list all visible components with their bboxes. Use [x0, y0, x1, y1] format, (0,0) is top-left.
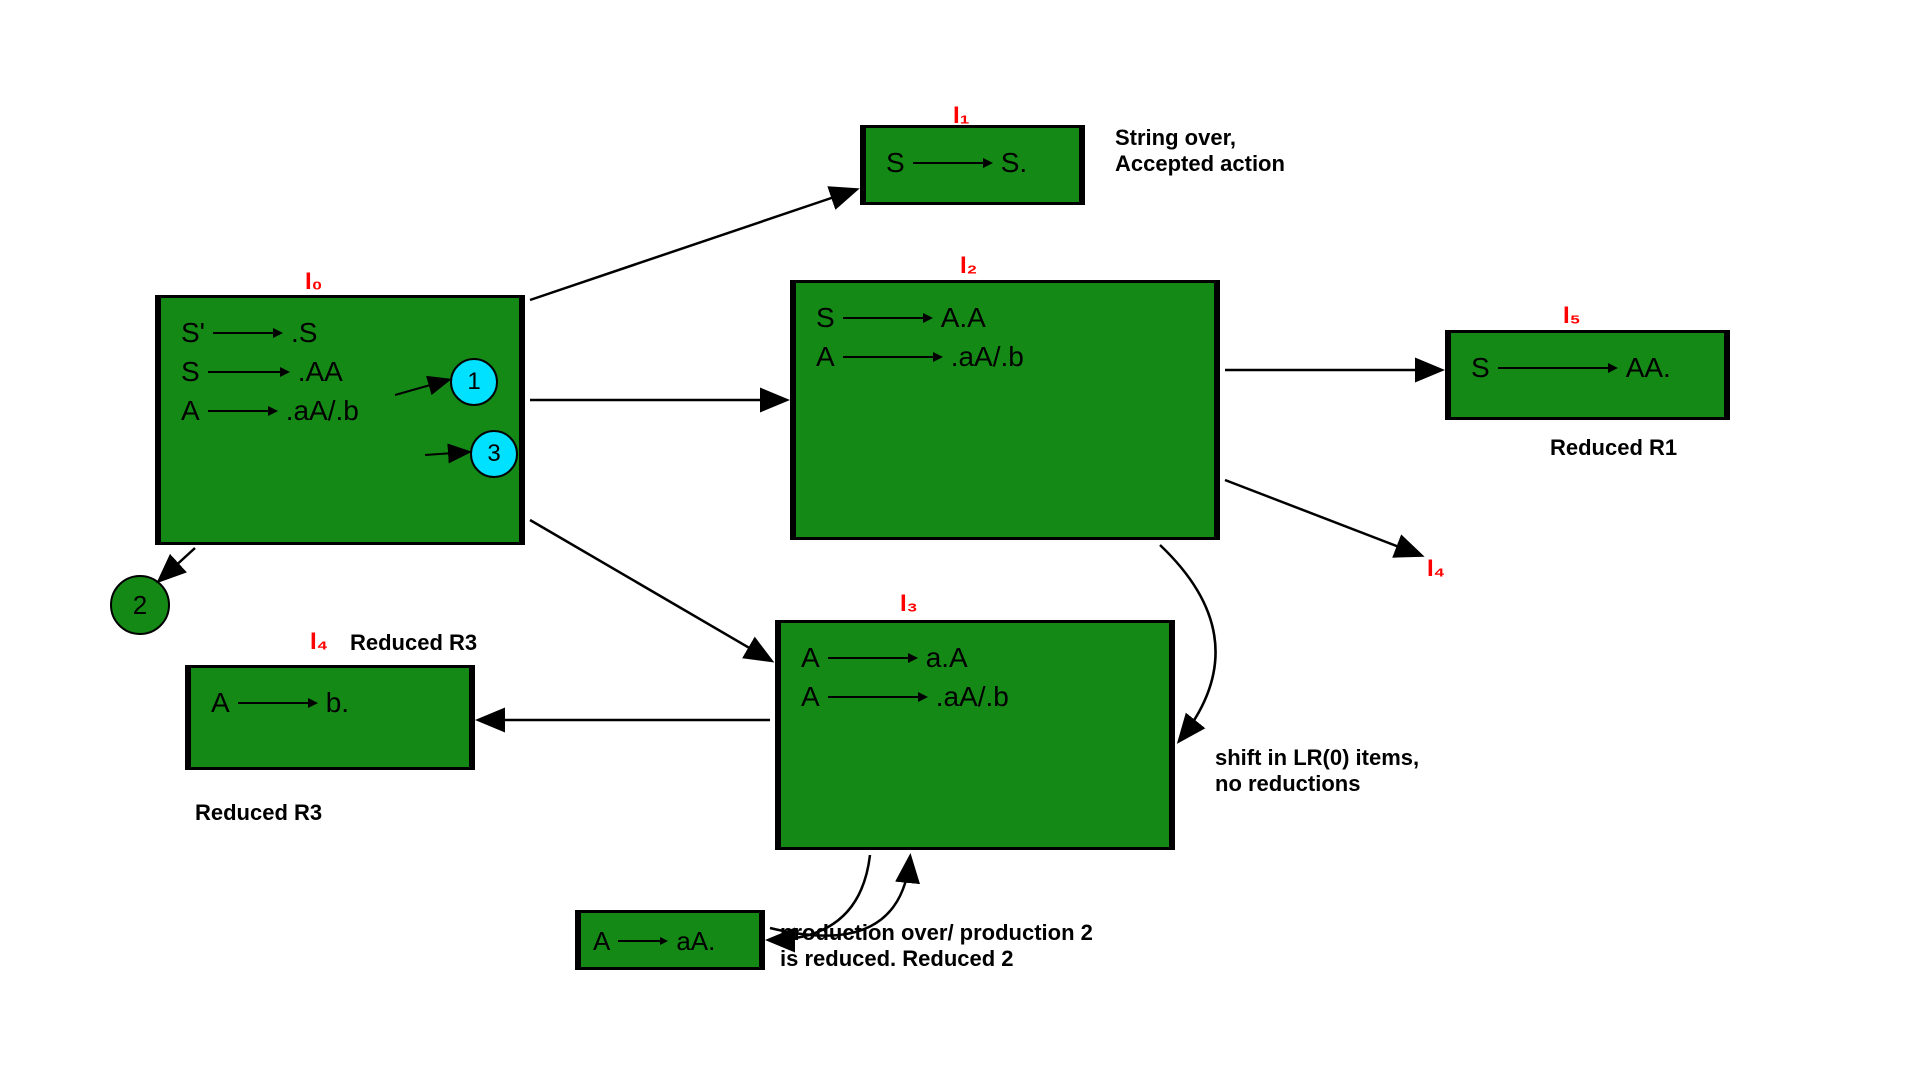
note-I1: String over, Accepted action: [1115, 125, 1285, 178]
prod-rhs: S.: [1001, 143, 1027, 182]
circle-3: 3: [470, 430, 518, 478]
prod-rhs: aA.: [676, 923, 715, 959]
arrow-icon: [843, 310, 933, 326]
state-I2: S A.A A .aA/.b: [790, 280, 1220, 540]
label-I3: I₃: [900, 590, 918, 618]
circle-2: 2: [110, 575, 170, 635]
state-I0: S' .S S .AA A .aA/.b: [155, 295, 525, 545]
arrow-icon: [208, 364, 290, 380]
prod-lhs: A: [801, 638, 820, 677]
label-I0: I₀: [305, 268, 322, 296]
label-I2: I₂: [960, 252, 977, 280]
prod-rhs: AA.: [1626, 348, 1671, 387]
note-I5: Reduced R1: [1550, 435, 1677, 461]
prod-rhs: .AA: [298, 352, 343, 391]
note-I6: production over/ production 2 is reduced…: [780, 920, 1093, 973]
prod-rhs: .S: [291, 313, 317, 352]
prod-rhs: a.A: [926, 638, 968, 677]
state-I6: A aA.: [575, 910, 765, 970]
prod-lhs: A: [211, 683, 230, 722]
arrow-icon: [213, 325, 283, 341]
prod-lhs: A: [801, 677, 820, 716]
arrow-icon: [1498, 360, 1618, 376]
prod-rhs: b.: [326, 683, 349, 722]
prod-rhs: .aA/.b: [936, 677, 1009, 716]
prod-lhs: S: [181, 352, 200, 391]
state-I5: S AA.: [1445, 330, 1730, 420]
arrow-icon: [618, 934, 668, 948]
arrow-icon: [843, 349, 943, 365]
note-I4-bottom: Reduced R3: [195, 800, 322, 826]
arrow-icon: [913, 155, 993, 171]
note-I3-side: shift in LR(0) items, no reductions: [1215, 745, 1419, 798]
arrow-icon: [828, 689, 928, 705]
prod-rhs: A.A: [941, 298, 986, 337]
prod-lhs: S: [816, 298, 835, 337]
prod-lhs: A: [181, 391, 200, 430]
prod-lhs: A: [593, 923, 610, 959]
prod-lhs: A: [816, 337, 835, 376]
label-I4: I₄: [310, 628, 328, 656]
label-I5: I₅: [1563, 302, 1581, 330]
prod-lhs: S: [886, 143, 905, 182]
state-I3: A a.A A .aA/.b: [775, 620, 1175, 850]
prod-lhs: S: [1471, 348, 1490, 387]
label-I4-ref: I₄: [1427, 555, 1445, 583]
arrow-icon: [238, 695, 318, 711]
circle-1: 1: [450, 358, 498, 406]
prod-rhs: .aA/.b: [286, 391, 359, 430]
prod-rhs: .aA/.b: [951, 337, 1024, 376]
prod-lhs: S': [181, 313, 205, 352]
state-I1: S S.: [860, 125, 1085, 205]
arrow-icon: [208, 403, 278, 419]
arrow-icon: [828, 650, 918, 666]
note-I4-title: Reduced R3: [350, 630, 477, 656]
state-I4: A b.: [185, 665, 475, 770]
